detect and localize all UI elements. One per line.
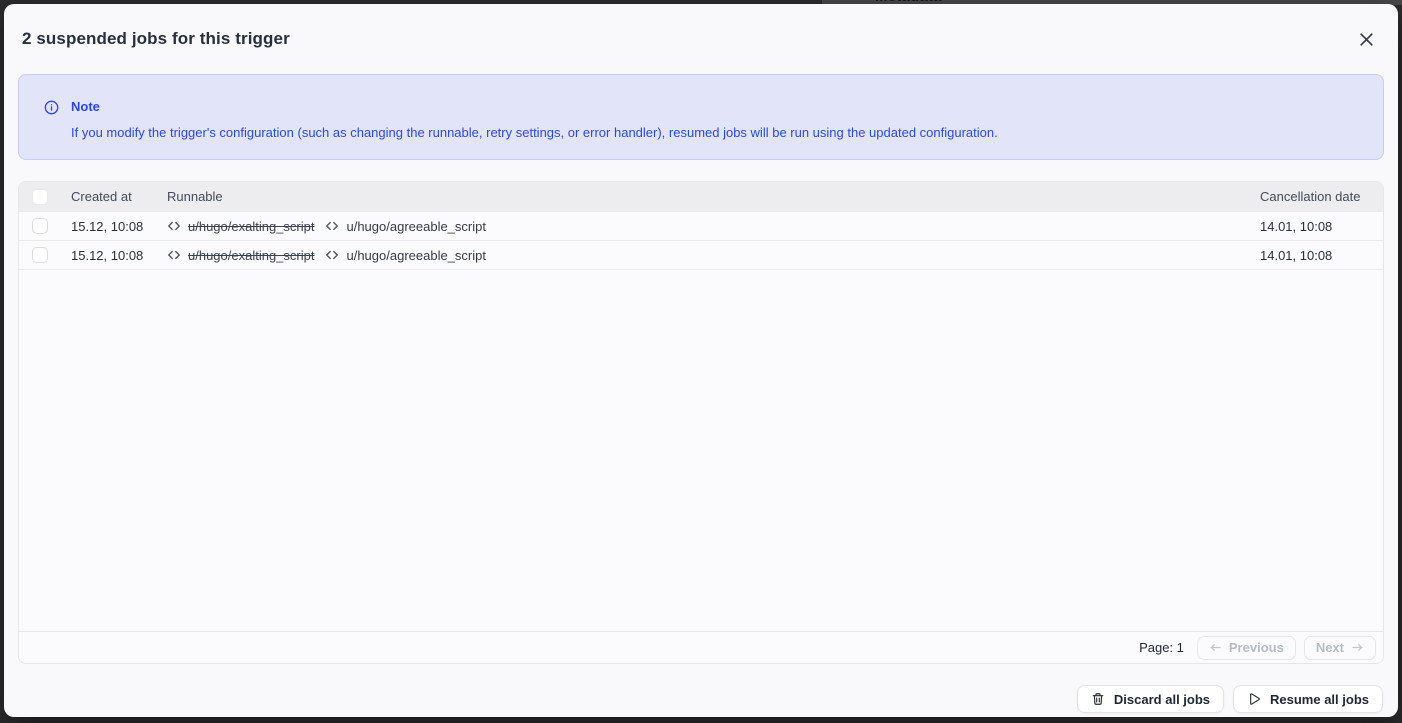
note-content: Note If you modify the trigger's configu…: [71, 99, 998, 159]
created-at-cell: 15.12, 10:08: [71, 219, 167, 234]
column-header-cancellation-date: Cancellation date: [1260, 189, 1383, 204]
arrow-left-icon: [1209, 641, 1222, 654]
select-all-checkbox[interactable]: [32, 189, 48, 205]
table-footer: Page: 1 Previous Next: [19, 631, 1383, 663]
cancellation-date-cell: 14.01, 10:08: [1260, 219, 1383, 234]
row-checkbox[interactable]: [32, 218, 48, 234]
info-circle-icon: [44, 100, 59, 159]
column-header-created-at: Created at: [71, 189, 167, 204]
code-icon: [325, 219, 339, 233]
cancellation-date-cell: 14.01, 10:08: [1260, 248, 1383, 263]
discard-all-jobs-label: Discard all jobs: [1114, 692, 1210, 707]
resume-all-jobs-label: Resume all jobs: [1270, 692, 1369, 707]
previous-button[interactable]: Previous: [1197, 636, 1296, 660]
close-button[interactable]: [1352, 25, 1380, 53]
modal-title: 2 suspended jobs for this trigger: [22, 29, 290, 49]
table-empty-area: [19, 269, 1383, 631]
runnable-previous: u/hugo/exalting_script: [188, 248, 314, 263]
jobs-table: Created at Runnable Cancellation date 15…: [18, 181, 1384, 664]
previous-button-label: Previous: [1229, 640, 1284, 655]
note-body: If you modify the trigger's configuratio…: [71, 125, 998, 140]
runnable-cell: u/hugo/exalting_script u/hugo/agreeable_…: [167, 219, 1260, 234]
code-icon: [325, 248, 339, 262]
trash-icon: [1091, 692, 1105, 706]
column-header-runnable: Runnable: [167, 189, 1260, 204]
runnable-previous: u/hugo/exalting_script: [188, 219, 314, 234]
resume-all-jobs-button[interactable]: Resume all jobs: [1233, 685, 1383, 713]
row-checkbox[interactable]: [32, 247, 48, 263]
page-indicator: Page: 1: [1139, 640, 1184, 655]
table-row[interactable]: 15.12, 10:08 u/hugo/exalting_script u/hu…: [19, 240, 1383, 269]
note-title: Note: [71, 99, 998, 114]
next-button-label: Next: [1316, 640, 1344, 655]
runnable-current: u/hugo/agreeable_script: [346, 219, 486, 234]
code-icon: [167, 219, 181, 233]
arrow-right-icon: [1351, 641, 1364, 654]
next-button[interactable]: Next: [1304, 636, 1376, 660]
note-banner: Note If you modify the trigger's configu…: [18, 74, 1384, 160]
created-at-cell: 15.12, 10:08: [71, 248, 167, 263]
table-header-row: Created at Runnable Cancellation date: [19, 182, 1383, 211]
table-row[interactable]: 15.12, 10:08 u/hugo/exalting_script u/hu…: [19, 211, 1383, 240]
suspended-jobs-modal: 2 suspended jobs for this trigger Note I…: [4, 4, 1398, 717]
discard-all-jobs-button[interactable]: Discard all jobs: [1077, 685, 1224, 713]
modal-actions: Discard all jobs Resume all jobs: [18, 685, 1384, 713]
modal-header: 2 suspended jobs for this trigger: [18, 4, 1384, 53]
runnable-cell: u/hugo/exalting_script u/hugo/agreeable_…: [167, 248, 1260, 263]
code-icon: [167, 248, 181, 262]
close-icon: [1358, 31, 1375, 48]
play-icon: [1247, 692, 1261, 706]
runnable-current: u/hugo/agreeable_script: [346, 248, 486, 263]
